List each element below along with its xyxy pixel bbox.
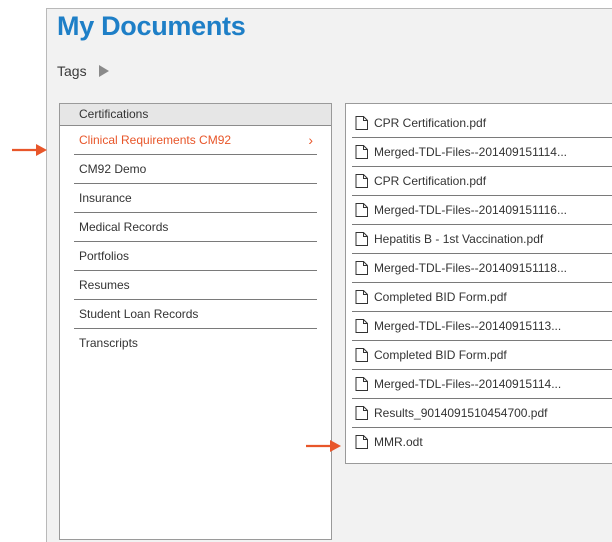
play-triangle-icon (98, 65, 109, 77)
arrow-right-icon (12, 144, 47, 156)
file-item[interactable]: CPR Certification.pdf (352, 167, 612, 196)
file-name: CPR Certification.pdf (374, 116, 487, 130)
file-name: CPR Certification.pdf (374, 174, 487, 188)
file-item[interactable]: MMR.odt (352, 428, 612, 457)
file-name: Merged-TDL-Files--201409151114... (374, 145, 567, 159)
folder-list: Certifications Clinical Requirements CM9… (59, 103, 332, 540)
file-item[interactable]: Merged-TDL-Files--201409151116... (352, 196, 612, 225)
file-item[interactable]: Merged-TDL-Files--20140915114... (352, 370, 612, 399)
folder-item-label: CM92 Demo (79, 162, 147, 176)
file-item[interactable]: CPR Certification.pdf (352, 109, 612, 138)
folder-item-cm92-demo[interactable]: CM92 Demo (74, 155, 317, 184)
file-name: Completed BID Form.pdf (374, 348, 507, 362)
file-item[interactable]: Merged-TDL-Files--20140915113... (352, 312, 612, 341)
folder-item-student-loan-records[interactable]: Student Loan Records (74, 300, 317, 329)
page-title: My Documents (57, 11, 246, 41)
my-documents-panel: My Documents Tags Certifications Clinica… (46, 8, 612, 542)
folder-item-label: Student Loan Records (79, 307, 199, 321)
folder-item-label: Clinical Requirements CM92 (79, 133, 232, 147)
folder-item-insurance[interactable]: Insurance (74, 184, 317, 213)
folder-item-clinical-requirements[interactable]: Clinical Requirements CM92 › (74, 126, 317, 155)
file-name: Hepatitis B - 1st Vaccination.pdf (374, 232, 544, 246)
chevron-right-icon: › (308, 132, 313, 148)
file-item[interactable]: Completed BID Form.pdf (352, 283, 612, 312)
folder-item-portfolios[interactable]: Portfolios (74, 242, 317, 271)
file-list-panel: CPR Certification.pdf Merged-TDL-Files--2… (345, 103, 612, 464)
file-item[interactable]: Merged-TDL-Files--201409151114... (352, 138, 612, 167)
file-name: Results_9014091510454700.pdf (374, 406, 548, 420)
folder-header-certifications[interactable]: Certifications (60, 104, 331, 126)
file-list: CPR Certification.pdf Merged-TDL-Files--2… (346, 104, 612, 457)
folder-item-label: Transcripts (79, 336, 138, 350)
file-name: Merged-TDL-Files--201409151116... (374, 203, 567, 217)
file-name: Merged-TDL-Files--20140915113... (374, 319, 562, 333)
tags-label: Tags (57, 63, 87, 79)
file-name: Completed BID Form.pdf (374, 290, 507, 304)
file-name: Merged-TDL-Files--20140915114... (374, 377, 562, 391)
file-name: MMR.odt (374, 435, 423, 449)
tags-toggle[interactable]: Tags (57, 63, 109, 79)
file-name: Merged-TDL-Files--201409151118... (374, 261, 567, 275)
file-item[interactable]: Merged-TDL-Files--201409151118... (352, 254, 612, 283)
folder-item-label: Insurance (79, 191, 132, 205)
folder-item-label: Resumes (79, 278, 130, 292)
arrow-right-icon (306, 440, 341, 452)
folder-item-transcripts[interactable]: Transcripts (74, 329, 317, 358)
folder-item-medical-records[interactable]: Medical Records (74, 213, 317, 242)
file-item[interactable]: Hepatitis B - 1st Vaccination.pdf (352, 225, 612, 254)
file-item[interactable]: Results_9014091510454700.pdf (352, 399, 612, 428)
file-item[interactable]: Completed BID Form.pdf (352, 341, 612, 370)
folder-item-resumes[interactable]: Resumes (74, 271, 317, 300)
folder-item-label: Portfolios (79, 249, 130, 263)
folder-item-label: Medical Records (79, 220, 169, 234)
